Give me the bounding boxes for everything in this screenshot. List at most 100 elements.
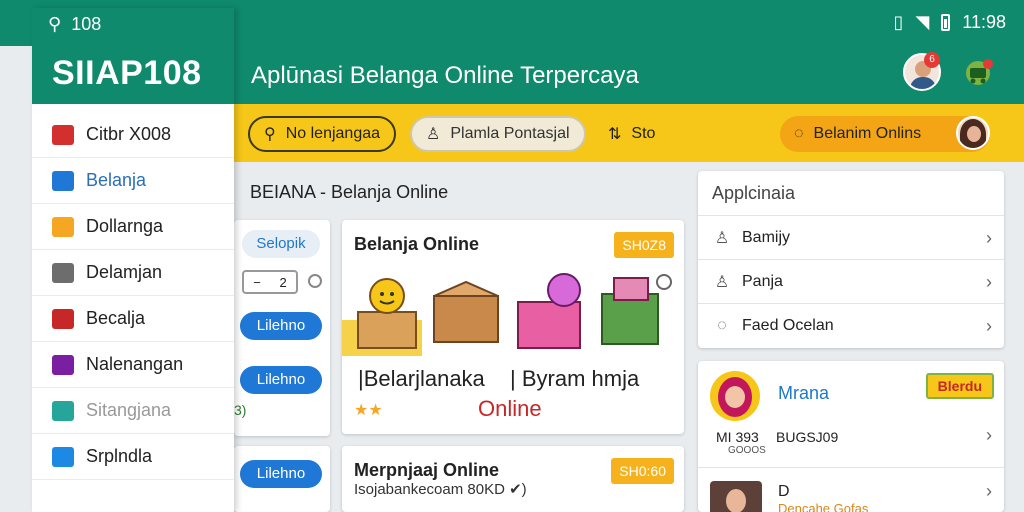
navigation-drawer: ⚲ 108 SIIAP108 Citbr X008 Belanja Dollar… (32, 8, 234, 512)
side-menu-row-label: Bamijy (742, 229, 791, 246)
chevron-right-icon[interactable]: › (986, 481, 992, 502)
search-pill-label: No lenjangaa (285, 125, 381, 142)
left-card-2: Lilehno (234, 446, 330, 512)
side-menu-row-label: Panja (742, 273, 783, 290)
seller-code: MI 393 (716, 429, 759, 445)
user-avatar[interactable] (956, 116, 990, 150)
profile-pill-label: Plamla Pontasjal (450, 125, 570, 142)
filter-toolbar: ⚲ No lenjangaa ♙ Plamla Pontasjal ⇅ Sto … (234, 104, 1024, 162)
section-title: BEIANA - Belanja Online (250, 182, 449, 202)
shop-icon (52, 262, 74, 283)
seller-action-button[interactable]: Blerdu (925, 373, 994, 399)
drawer-item-label: Citbr X008 (86, 124, 172, 144)
person-icon: ♙ (426, 126, 441, 143)
product-hero-image (342, 273, 672, 356)
store-icon (52, 124, 74, 145)
product-title-2: Merpnjaaj Online (354, 460, 500, 480)
drawer-item[interactable]: Nalenangan (32, 342, 234, 388)
store-pill[interactable]: ⇅ Sto (594, 116, 669, 152)
product-subtitle-2: Isojabankecoam 80KD ✔) (354, 481, 527, 498)
minus-icon[interactable]: − (253, 275, 261, 290)
drawer-item-label: Sitangjana (86, 400, 172, 420)
seller-code-sub: GOOOS (728, 445, 766, 456)
person-icon: ♙ (714, 274, 730, 291)
drawer-time-text: 108 (71, 14, 102, 34)
product-name-a: |Belarjlanaka (358, 366, 485, 391)
side-menu-row-label: Faed Ocelan (742, 317, 834, 334)
chevron-right-icon: › (986, 315, 992, 336)
gift-icon (52, 308, 74, 329)
battery-icon (941, 14, 951, 31)
drawer-item-label: Nalenangan (86, 354, 184, 374)
drawer-item[interactable]: Citbr X008 (32, 112, 234, 158)
seller-avatar-2[interactable] (710, 481, 762, 512)
wallet-icon (52, 216, 74, 237)
select-chip[interactable]: Selopik (242, 230, 320, 258)
remove-icon[interactable] (308, 274, 322, 288)
side-menu-header: Applcinaia (712, 183, 796, 203)
search-icon: ⚲ (264, 126, 276, 143)
store-pill-label: Sto (631, 125, 656, 142)
person-icon: ♙ (714, 230, 730, 247)
drawer-item-label: Becalja (86, 308, 146, 328)
home-icon (52, 170, 74, 191)
profile-pill[interactable]: ♙ Plamla Pontasjal (410, 116, 586, 152)
rating-stars: ★★ (354, 402, 383, 419)
seller-subtitle-2: Dencahe Gofas (778, 501, 869, 512)
rating-text: 3) (234, 402, 247, 418)
side-menu-row[interactable]: ♙ Bamijy › (698, 215, 1004, 260)
chevron-right-icon: › (986, 271, 992, 292)
tag-icon (52, 354, 74, 375)
side-menu-row[interactable]: ◌ Faed Ocelan › (698, 303, 1004, 348)
seller-code-2: BUGSJ09 (776, 429, 839, 445)
status-time: 11:98 (962, 12, 1006, 32)
price-badge-2: SH0:60 (611, 458, 674, 484)
action-button-1[interactable]: Lilehno (240, 312, 322, 340)
drawer-item[interactable]: Sitangjana (32, 388, 234, 434)
product-name-b: | Byram hmja (510, 366, 640, 391)
search-pill[interactable]: ⚲ No lenjangaa (248, 116, 397, 152)
drawer-status: ⚲ 108 (48, 14, 101, 35)
brand-title: SIIAP108 (52, 54, 202, 92)
drawer-item-label: Delamjan (86, 262, 163, 282)
chat-icon: ◌ (717, 317, 727, 334)
price-badge: SH0Z8 (614, 232, 674, 258)
cart-icon[interactable] (961, 58, 995, 88)
divider (698, 467, 1004, 468)
box-icon (52, 446, 74, 467)
side-menu-card: Applcinaia ♙ Bamijy › ♙ Panja › ◌ Faed O… (698, 171, 1004, 348)
seller-name[interactable]: Mrana (778, 383, 829, 404)
drawer-item[interactable]: Becalja (32, 296, 234, 342)
product-online-label: Online (478, 396, 542, 421)
search-icon[interactable]: ⚲ (48, 14, 61, 35)
app-bar: Aplūnasi Belanga Online Terpercaya 6 (234, 46, 1024, 104)
side-menu-row[interactable]: ♙ Panja › (698, 259, 1004, 304)
drawer-item[interactable]: Srplndla (32, 434, 234, 480)
drawer-item-label: Srplndla (86, 446, 153, 466)
seller-avatar[interactable] (710, 371, 760, 421)
action-button-2[interactable]: Lilehno (240, 366, 322, 394)
drawer-header: ⚲ 108 SIIAP108 (32, 8, 234, 104)
drawer-item-label: Belanja (86, 170, 147, 190)
product-card-2[interactable]: Merpnjaaj Online SH0:60 Isojabankecoam 8… (342, 446, 684, 512)
drawer-item[interactable]: Dollarnga (32, 204, 234, 250)
vibrate-icon: ▯ (893, 12, 904, 32)
drawer-item-active[interactable]: Belanja (32, 158, 234, 204)
drawer-menu: Citbr X008 Belanja Dollarnga Delamjan Be… (32, 112, 234, 480)
bag-icon (52, 400, 74, 421)
action-button-3[interactable]: Lilehno (240, 460, 322, 488)
product-card[interactable]: Belanja Online SH0Z8 |Belarjlanaka | Byr… (342, 220, 684, 434)
seller-name-2[interactable]: D (778, 483, 790, 501)
sort-icon: ⇅ (608, 126, 622, 143)
left-card: Selopik − 2 Lilehno Lilehno 3) (234, 220, 330, 436)
drawer-item[interactable]: Delamjan (32, 250, 234, 296)
quantity-stepper[interactable]: − 2 (242, 270, 298, 294)
chevron-right-icon[interactable]: › (986, 425, 992, 446)
chevron-right-icon: › (986, 227, 992, 248)
status-right: ▯ ◥ 11:98 (894, 12, 1006, 33)
user-card: Mrana Blerdu MI 393 GOOOS BUGSJ09 › D De… (698, 361, 1004, 512)
stepper-value: 2 (279, 274, 287, 290)
notification-badge: 6 (924, 52, 940, 68)
background-strip (0, 46, 32, 512)
online-shop-pill-label: Belanim Onlins (813, 125, 922, 142)
